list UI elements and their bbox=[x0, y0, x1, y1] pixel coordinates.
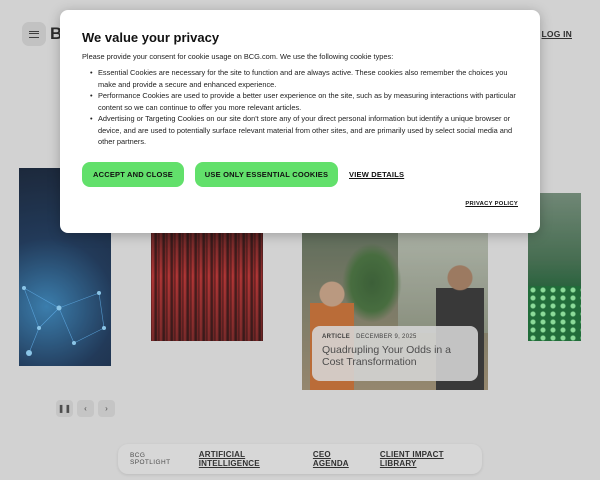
view-details-link[interactable]: VIEW DETAILS bbox=[349, 170, 404, 179]
modal-title: We value your privacy bbox=[82, 30, 220, 45]
privacy-policy-link[interactable]: PRIVACY POLICY bbox=[465, 201, 518, 207]
cookie-type-list: Essential Cookies are necessary for the … bbox=[82, 67, 518, 148]
accept-and-close-button[interactable]: ACCEPT AND CLOSE bbox=[82, 161, 184, 187]
privacy-modal: We value your privacy Please provide you… bbox=[60, 10, 540, 233]
cookie-item-advertising: Advertising or Targeting Cookies on our … bbox=[90, 113, 518, 148]
cookie-item-essential: Essential Cookies are necessary for the … bbox=[90, 67, 518, 90]
essential-cookies-button[interactable]: USE ONLY ESSENTIAL COOKIES bbox=[195, 161, 338, 187]
modal-intro: Please provide your consent for cookie u… bbox=[82, 52, 394, 61]
modal-actions: ACCEPT AND CLOSE USE ONLY ESSENTIAL COOK… bbox=[82, 161, 518, 187]
cookie-item-performance: Performance Cookies are used to provide … bbox=[90, 90, 518, 113]
